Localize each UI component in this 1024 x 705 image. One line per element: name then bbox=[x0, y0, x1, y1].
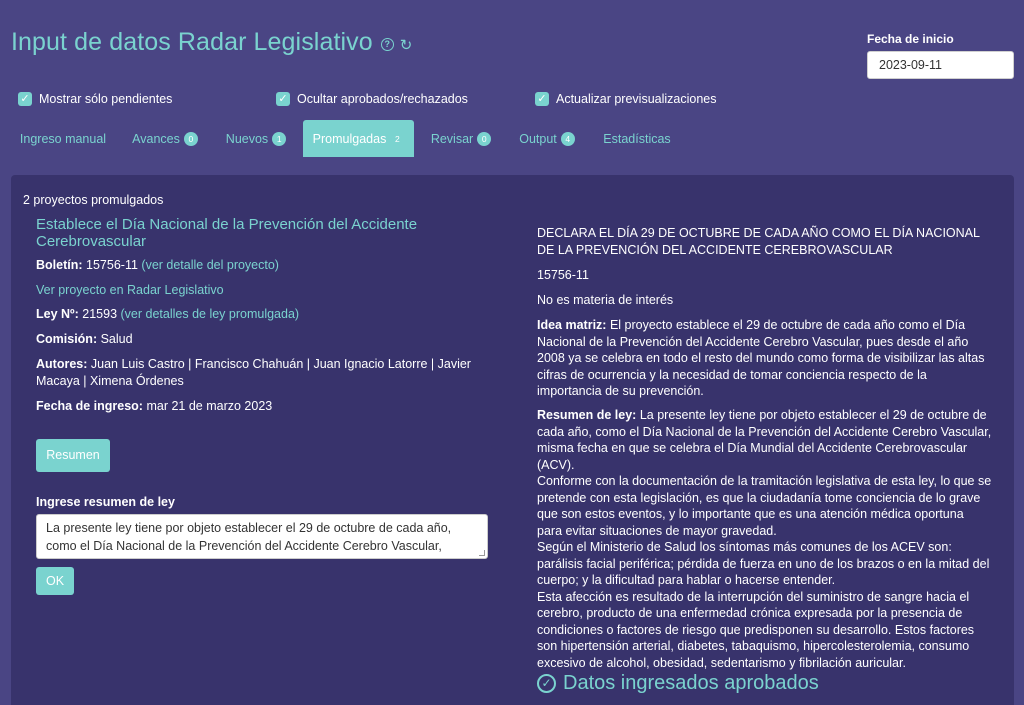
resize-handle-icon[interactable] bbox=[479, 550, 485, 556]
check-circle-icon: ✓ bbox=[537, 674, 556, 693]
checkbox-label: Ocultar aprobados/rechazados bbox=[297, 92, 468, 106]
textarea-value: La presente ley tiene por objeto estable… bbox=[46, 521, 476, 558]
radar-row: Ver proyecto en Radar Legislativo bbox=[36, 282, 496, 299]
resumen-button[interactable]: Resumen bbox=[36, 439, 110, 472]
fecha-value: mar 21 de marzo 2023 bbox=[146, 399, 273, 413]
help-icon[interactable]: ? bbox=[380, 38, 394, 51]
interest-status: No es materia de interés bbox=[537, 293, 674, 307]
tab-label: Output bbox=[519, 131, 557, 146]
resumen-textarea[interactable]: La presente ley tiene por objeto estable… bbox=[36, 514, 488, 559]
project-count: 2 proyectos promulgados bbox=[23, 193, 164, 207]
fecha-row: Fecha de ingreso: mar 21 de marzo 2023 bbox=[36, 398, 496, 415]
autores-row: Autores: Juan Luis Castro | Francisco Ch… bbox=[36, 356, 496, 390]
idea-matriz: Idea matriz: El proyecto establece el 29… bbox=[537, 317, 992, 400]
fecha-label: Fecha de ingreso: bbox=[36, 399, 143, 413]
date-label: Fecha de inicio bbox=[867, 32, 954, 46]
tab-label: Estadísticas bbox=[603, 131, 671, 146]
checkbox-checked-icon[interactable]: ✓ bbox=[535, 92, 549, 106]
tab-nuevos[interactable]: Nuevos 1 bbox=[216, 120, 296, 157]
checkbox-checked-icon[interactable]: ✓ bbox=[276, 92, 290, 106]
tab-label: Revisar bbox=[430, 131, 474, 146]
checkbox-label: Actualizar previsualizaciones bbox=[556, 92, 717, 106]
ok-button[interactable]: OK bbox=[36, 567, 74, 595]
page-title-row: Input de datos Radar Legislativo ? ↻ bbox=[11, 28, 412, 57]
comision-value: Salud bbox=[100, 332, 133, 346]
law-detail-link[interactable]: (ver detalles de ley promulgada) bbox=[121, 307, 300, 321]
comision-row: Comisión: Salud bbox=[36, 331, 496, 348]
idea-label: Idea matriz: bbox=[537, 318, 607, 332]
tab-badge: 1 bbox=[272, 131, 287, 146]
checkbox-update-previews[interactable]: ✓ Actualizar previsualizaciones bbox=[535, 92, 717, 106]
checkbox-label: Mostrar sólo pendientes bbox=[39, 92, 173, 106]
tab-ingreso-manual[interactable]: Ingreso manual bbox=[12, 120, 114, 157]
tab-label: Nuevos bbox=[225, 131, 269, 146]
tab-badge: 0 bbox=[183, 131, 198, 146]
checkbox-hide-approved[interactable]: ✓ Ocultar aprobados/rechazados bbox=[276, 92, 468, 106]
tab-label: Avances bbox=[132, 131, 180, 146]
tab-badge: 4 bbox=[560, 131, 575, 146]
tab-bar: Ingreso manual Avances 0 Nuevos 1 Promul… bbox=[0, 120, 1024, 157]
project-title: Establece el Día Nacional de la Prevenci… bbox=[36, 216, 418, 250]
resumen-ley: Resumen de ley: La presente ley tiene po… bbox=[537, 407, 992, 671]
tab-promulgadas[interactable]: Promulgadas 2 bbox=[303, 120, 414, 157]
resumen-p4: Esta afección es resultado de la interru… bbox=[537, 589, 975, 670]
ley-row: Ley Nº: 21593 (ver detalles de ley promu… bbox=[36, 306, 496, 323]
boletin-value: 15756-11 bbox=[86, 258, 138, 272]
resumen-label: Resumen de ley: bbox=[537, 408, 637, 422]
law-heading: DECLARA EL DÍA 29 DE OCTUBRE DE CADA AÑO… bbox=[537, 226, 980, 257]
boletin-row: Boletín: 15756-11 (ver detalle del proye… bbox=[36, 257, 496, 274]
approved-title: Datos ingresados aprobados bbox=[563, 672, 819, 694]
tab-badge: 0 bbox=[477, 131, 492, 146]
checkbox-checked-icon[interactable]: ✓ bbox=[18, 92, 32, 106]
tab-estadisticas[interactable]: Estadísticas bbox=[596, 120, 678, 157]
checkbox-show-pending[interactable]: ✓ Mostrar sólo pendientes bbox=[18, 92, 172, 106]
autores-label: Autores: bbox=[36, 357, 88, 371]
page-title: Input de datos Radar Legislativo bbox=[11, 28, 373, 56]
autores-value: Juan Luis Castro | Francisco Chahuán | J… bbox=[36, 357, 471, 388]
tab-output[interactable]: Output 4 bbox=[509, 120, 585, 157]
tab-label: Ingreso manual bbox=[19, 131, 107, 146]
right-boletin: 15756-11 bbox=[537, 268, 589, 282]
approved-section-title: ✓ Datos ingresados aprobados bbox=[537, 672, 819, 695]
tab-badge: 2 bbox=[394, 133, 400, 144]
ley-label: Ley Nº: bbox=[36, 307, 79, 321]
tab-label: Promulgadas bbox=[312, 131, 387, 146]
ley-value: 21593 bbox=[82, 307, 118, 321]
project-detail-link[interactable]: (ver detalle del proyecto) bbox=[141, 258, 279, 272]
resumen-p2: Conforme con la documentación de la tram… bbox=[537, 474, 992, 538]
date-input[interactable]: 2023-09-11 bbox=[867, 51, 1014, 79]
radar-link[interactable]: Ver proyecto en Radar Legislativo bbox=[36, 283, 224, 297]
comision-label: Comisión: bbox=[36, 332, 98, 346]
refresh-icon[interactable]: ↻ bbox=[400, 36, 413, 54]
resumen-p3: Según el Ministerio de Salud los síntoma… bbox=[537, 540, 990, 587]
tab-avances[interactable]: Avances 0 bbox=[124, 120, 206, 157]
boletin-label: Boletín: bbox=[36, 258, 83, 272]
input-label: Ingrese resumen de ley bbox=[36, 495, 175, 509]
tab-revisar[interactable]: Revisar 0 bbox=[422, 120, 500, 157]
